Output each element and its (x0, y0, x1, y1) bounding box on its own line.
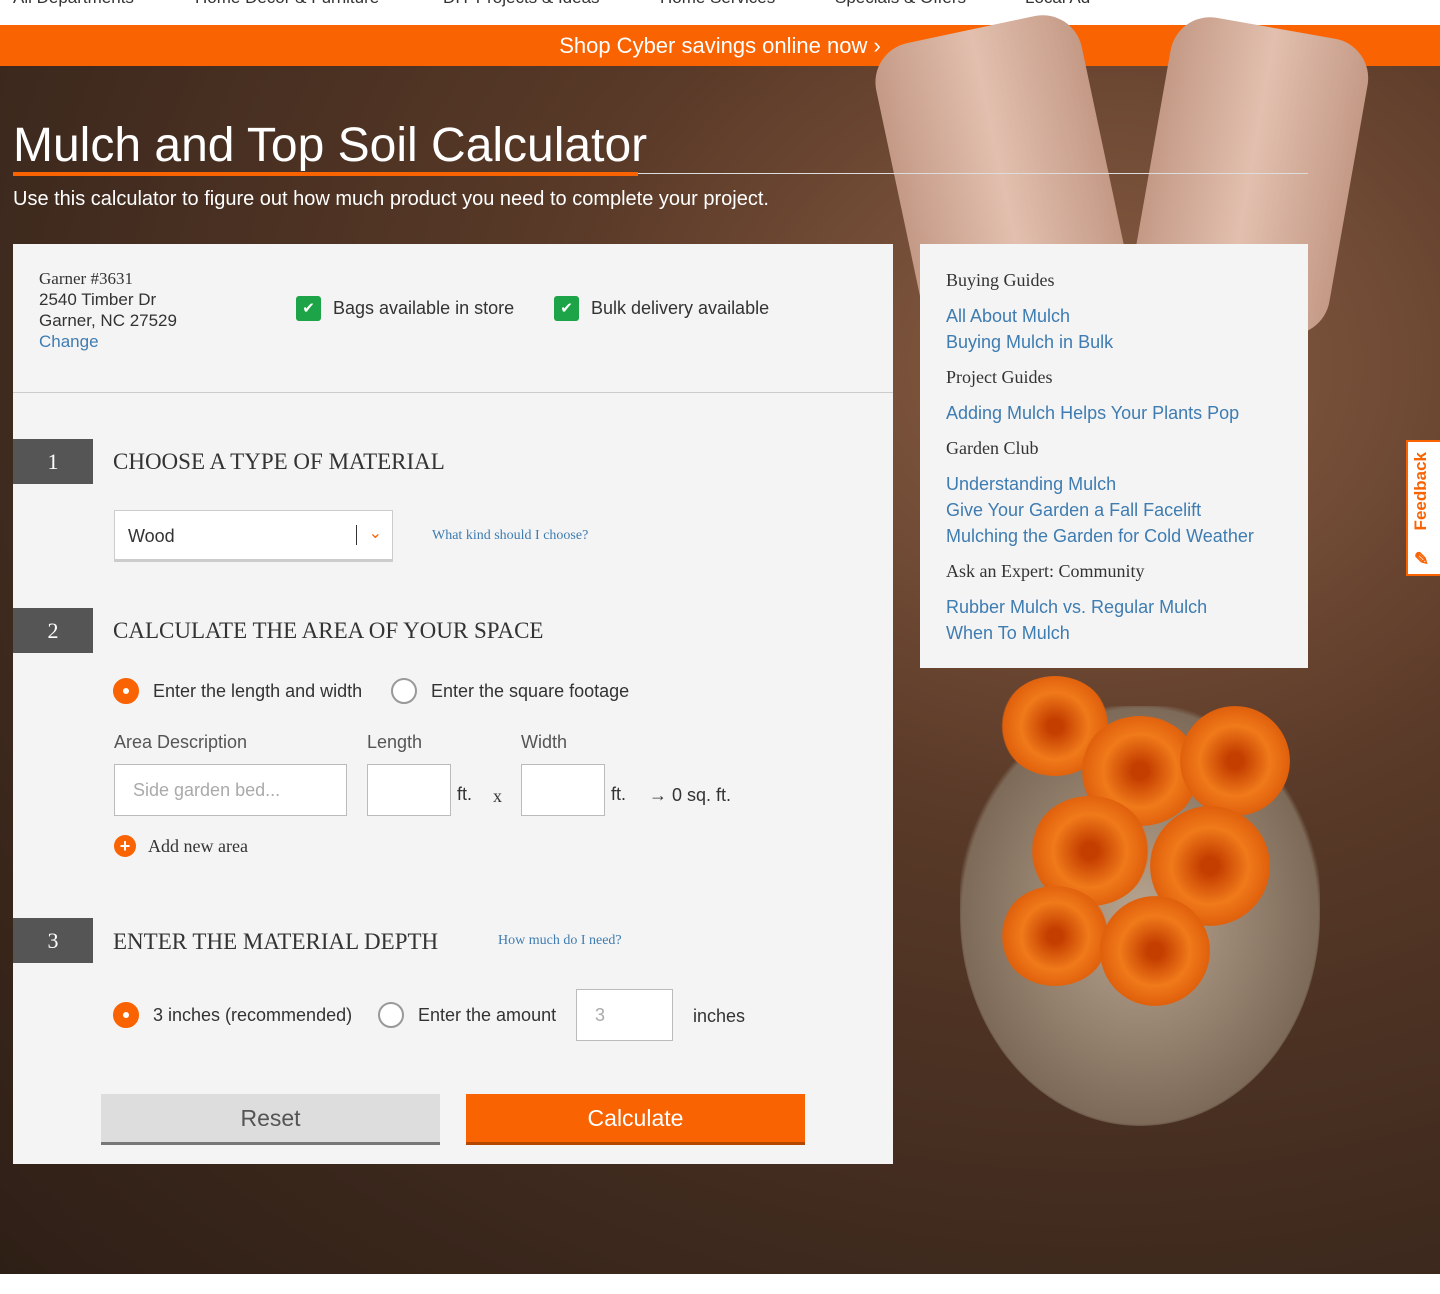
feedback-label: Feedback (1411, 452, 1430, 531)
radio-recommended-depth[interactable]: 3 inches (recommended) (113, 1002, 352, 1028)
sidebar-link[interactable]: Rubber Mulch vs. Regular Mulch (946, 594, 1282, 620)
change-store-link[interactable]: Change (39, 332, 99, 351)
add-new-area-button[interactable]: + Add new area (114, 835, 248, 857)
length-input[interactable] (367, 764, 451, 816)
material-help-link[interactable]: What kind should I choose? (432, 528, 588, 544)
sidebar-link[interactable]: Understanding Mulch (946, 471, 1282, 497)
store-name: Garner #3631 (39, 269, 133, 288)
divider (13, 392, 893, 393)
sidebar-link[interactable]: Give Your Garden a Fall Facelift (946, 497, 1282, 523)
sidebar-link[interactable]: All About Mulch (946, 303, 1282, 329)
nav-home-decor[interactable]: Home Decor & Furniture (195, 0, 379, 8)
material-select[interactable]: Wood ⌄ (114, 510, 393, 562)
sidebar-heading: Ask an Expert: Community (946, 561, 1145, 581)
step-number-3: 3 (13, 918, 93, 963)
area-description-input[interactable]: Side garden bed... (114, 764, 347, 816)
step-number-2: 2 (13, 608, 93, 653)
chevron-down-icon: ⌄ (368, 525, 382, 542)
bulk-available-label: Bulk delivery available (591, 298, 770, 318)
radio-selected-indicator (113, 1002, 139, 1028)
feedback-icon: ✎ (1414, 549, 1430, 569)
store-city: Garner, NC 27529 (39, 311, 177, 330)
sidebar-group-project-guides: Project Guides Adding Mulch Helps Your P… (946, 367, 1282, 426)
step-number-1: 1 (13, 439, 93, 484)
radio-square-footage[interactable]: Enter the square footage (391, 678, 629, 704)
area-result: → 0 sq. ft. (649, 785, 732, 805)
nav-all-departments[interactable]: All Departments (13, 0, 134, 8)
sidebar-link[interactable]: Buying Mulch in Bulk (946, 329, 1282, 355)
radio-square-footage-label: Enter the square footage (431, 680, 630, 701)
page-subtitle: Use this calculator to figure out how mu… (13, 188, 769, 210)
ft-unit: ft. (611, 784, 627, 804)
sidebar-heading: Buying Guides (946, 270, 1055, 290)
depth-input[interactable]: 3 (576, 989, 673, 1041)
sidebar-heading: Project Guides (946, 367, 1053, 387)
length-label: Length (367, 732, 423, 752)
radio-length-width-label: Enter the length and width (153, 680, 363, 701)
bags-available-label: Bags available in store (333, 298, 515, 318)
select-separator (356, 525, 357, 545)
flower (1100, 896, 1210, 1006)
ft-unit: ft. (457, 784, 473, 804)
radio-length-width[interactable]: Enter the length and width (113, 678, 362, 704)
page-title: Mulch and Top Soil Calculator (13, 119, 648, 172)
title-underline (13, 172, 638, 176)
radio-indicator (378, 1002, 404, 1028)
area-description-label: Area Description (114, 732, 248, 752)
reset-button[interactable]: Reset (101, 1094, 440, 1145)
material-select-value: Wood (128, 526, 175, 546)
width-input[interactable] (521, 764, 605, 816)
sidebar-link[interactable]: Mulching the Garden for Cold Weather (946, 523, 1282, 549)
flower (1180, 706, 1290, 816)
sidebar-group-ask-an-expert: Ask an Expert: Community Rubber Mulch vs… (946, 561, 1282, 646)
nav-local-ad[interactable]: Local Ad (1025, 0, 1090, 8)
bulk-available: ✔ Bulk delivery available (554, 296, 769, 321)
radio-selected-indicator (113, 678, 139, 704)
check-icon: ✔ (296, 296, 321, 321)
nav-specials[interactable]: Specials & Offers (835, 0, 966, 8)
bags-available: ✔ Bags available in store (296, 296, 514, 321)
depth-help-link[interactable]: How much do I need? (498, 933, 622, 949)
plus-icon: + (114, 835, 136, 857)
radio-recommended-depth-label: 3 inches (recommended) (153, 1004, 353, 1025)
calculate-button[interactable]: Calculate (466, 1094, 805, 1145)
nav-diy[interactable]: DIY Projects & Ideas (443, 0, 600, 8)
step1-title: CHOOSE A TYPE OF MATERIAL (113, 449, 445, 474)
store-info: Garner #3631 2540 Timber Dr Garner, NC 2… (39, 268, 177, 352)
sidebar-heading: Garden Club (946, 438, 1039, 458)
store-street: 2540 Timber Dr (39, 290, 157, 309)
feedback-tab[interactable]: Feedback ✎ (1406, 440, 1440, 576)
add-new-area-label: Add new area (148, 835, 248, 856)
nav-home-services[interactable]: Home Services (660, 0, 775, 8)
guides-sidebar: Buying Guides All About Mulch Buying Mulc… (920, 244, 1308, 668)
check-icon: ✔ (554, 296, 579, 321)
radio-indicator (391, 678, 417, 704)
sidebar-group-buying-guides: Buying Guides All About Mulch Buying Mulc… (946, 270, 1282, 355)
radio-enter-amount[interactable]: Enter the amount (378, 1002, 556, 1028)
calculator-panel: Garner #3631 2540 Timber Dr Garner, NC 2… (13, 244, 893, 1164)
inches-unit: inches (693, 1006, 746, 1026)
times-sign: x (493, 786, 502, 806)
footer (0, 1274, 1440, 1294)
sidebar-link[interactable]: Adding Mulch Helps Your Plants Pop (946, 400, 1282, 426)
radio-enter-amount-label: Enter the amount (418, 1004, 557, 1025)
sidebar-group-garden-club: Garden Club Understanding Mulch Give Your… (946, 438, 1282, 549)
step3-title: ENTER THE MATERIAL DEPTH (113, 929, 439, 954)
width-label: Width (521, 732, 568, 752)
flower (1000, 886, 1110, 986)
title-rule (638, 173, 1308, 174)
step2-title: CALCULATE THE AREA OF YOUR SPACE (113, 618, 544, 643)
sidebar-link[interactable]: When To Mulch (946, 620, 1282, 646)
